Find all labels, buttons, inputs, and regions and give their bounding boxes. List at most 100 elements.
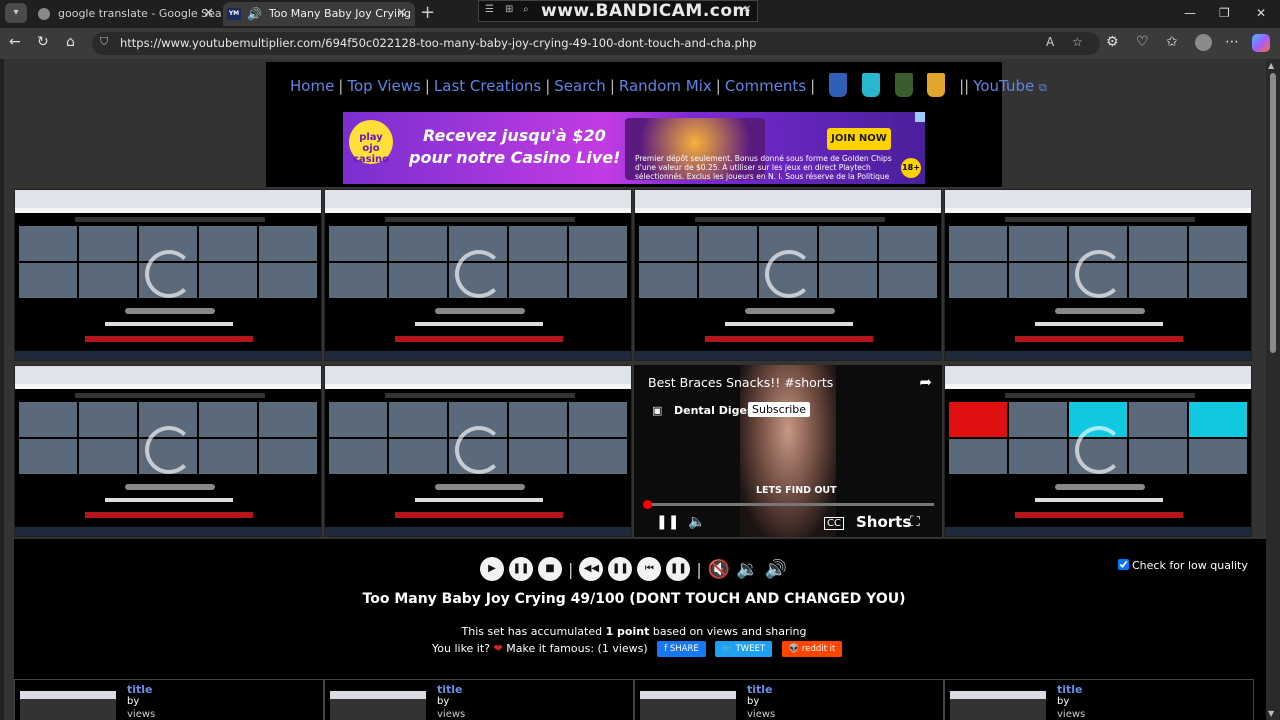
read-aloud-icon[interactable]: A [1046, 35, 1054, 49]
cup-icon[interactable] [894, 73, 913, 97]
pause-all-icon[interactable]: ❚❚ [509, 557, 533, 581]
related-mix-card[interactable]: title by views [944, 679, 1254, 720]
youtube-shorts-player[interactable]: Best Braces Snacks!! #shorts ➦ ▣ Dental … [634, 365, 942, 537]
scroll-up-arrow-icon[interactable]: ▲ [1268, 61, 1274, 70]
adchoices-icon[interactable] [915, 112, 925, 122]
unmute-all-icon[interactable]: 🔊 [765, 559, 787, 580]
more-menu-icon[interactable]: ⋯ [1225, 34, 1239, 50]
favorites-icon[interactable]: ✩ [1166, 34, 1178, 50]
copilot-icon[interactable] [1252, 34, 1270, 52]
browser-essentials-icon[interactable]: ♡ [1136, 34, 1149, 50]
close-tab-icon[interactable]: ✕ [203, 2, 214, 26]
tab-youtube-multiplier[interactable]: YM 🔊 Too Many Baby Joy Crying 49/100 ✕ [223, 2, 415, 26]
scrollbar-thumb[interactable] [1270, 73, 1276, 353]
related-mix-thumbnail[interactable] [950, 691, 1046, 720]
related-mix-thumbnail[interactable] [640, 691, 736, 720]
favorite-star-icon[interactable]: ☆ [1072, 35, 1083, 49]
nav-search[interactable]: Search [554, 77, 606, 95]
close-window-icon[interactable]: ✕ [1256, 6, 1266, 20]
tab-google-translate[interactable]: google translate - Google Search ✕ [30, 2, 222, 26]
tab-actions-menu[interactable]: ▾ [5, 3, 27, 23]
video-thumbnail[interactable] [324, 189, 632, 361]
nav-random-mix[interactable]: Random Mix [619, 77, 712, 95]
ad-join-button[interactable]: JOIN NOW [827, 128, 891, 150]
skip-back-icon[interactable]: ⏮ [637, 557, 662, 581]
video-thumbnail[interactable] [14, 365, 322, 537]
related-mix-title[interactable]: title [1057, 683, 1083, 696]
tab-audio-icon[interactable]: 🔊 [247, 2, 262, 26]
new-tab-button[interactable]: + [420, 2, 435, 23]
refresh-icon[interactable]: ↻ [37, 34, 49, 50]
cup-icon[interactable] [927, 73, 946, 97]
profile-avatar[interactable] [1195, 34, 1212, 51]
related-mix-thumbnail[interactable] [20, 691, 116, 720]
back-arrow-icon[interactable]: ← [9, 34, 21, 50]
minimize-icon[interactable]: — [1184, 6, 1196, 20]
related-mix-card[interactable]: title by views [634, 679, 944, 720]
recorder-close-icon[interactable]: ✕ [743, 4, 751, 15]
nav-comments[interactable]: Comments [725, 77, 806, 95]
video-thumbnail[interactable] [324, 365, 632, 537]
maximize-icon[interactable]: ❐ [1219, 6, 1230, 20]
video-scrubber-handle[interactable] [643, 500, 652, 509]
shorts-logo[interactable]: Shorts [856, 513, 911, 531]
facebook-share-button[interactable]: f SHARE [657, 641, 706, 657]
site-info-icon[interactable]: ⛉ [100, 35, 108, 49]
nav-top-views[interactable]: Top Views [347, 77, 421, 95]
video-thumbnail[interactable] [14, 189, 322, 361]
video-thumbnail[interactable] [634, 189, 942, 361]
url-text[interactable]: https://www.youtubemultiplier.com/694f50… [120, 36, 756, 50]
mute-all-icon[interactable]: 🔇 [708, 559, 730, 580]
video-thumbnail[interactable] [944, 365, 1252, 537]
google-favicon-icon [38, 8, 50, 20]
twitter-cup-icon[interactable] [861, 73, 880, 97]
loading-spinner-icon [455, 426, 503, 474]
ad-age-badge: 18+ [901, 158, 921, 178]
low-quality-checkbox[interactable] [1118, 559, 1129, 570]
related-mix-card[interactable]: title by views [324, 679, 634, 720]
subscribe-button[interactable]: Subscribe [748, 402, 811, 417]
ad-logo: play ojo casino [349, 120, 393, 165]
pause-icon[interactable]: ❚❚ [666, 557, 691, 581]
video-grid: Best Braces Snacks!! #shorts ➦ ▣ Dental … [14, 189, 1254, 539]
video-title[interactable]: Best Braces Snacks!! #shorts [648, 375, 833, 390]
recorder-region-icon[interactable]: ⊞ [505, 4, 513, 15]
reddit-share-button[interactable]: 👽 reddit it [781, 641, 843, 657]
play-all-icon[interactable]: ▶ [480, 557, 504, 581]
related-mix-title[interactable]: title [437, 683, 463, 696]
related-mix-title[interactable]: title [127, 683, 153, 696]
stop-all-icon[interactable]: ■ [538, 557, 562, 581]
pause-icon[interactable]: ❚❚ [608, 557, 633, 581]
tab-title: Too Many Baby Joy Crying 49/100 [269, 7, 415, 20]
page-scrollbar[interactable]: ▲ ▼ [1266, 59, 1280, 720]
related-mix-title[interactable]: title [747, 683, 773, 696]
channel-name[interactable]: Dental Digest [674, 404, 759, 417]
recorder-search-icon[interactable]: ⌕ [523, 4, 529, 15]
closed-captions-icon[interactable]: CC [824, 517, 844, 530]
address-bar[interactable]: ⛉ https://www.youtubemultiplier.com/694f… [92, 32, 1100, 55]
video-thumbnail[interactable] [944, 189, 1252, 361]
share-arrow-icon[interactable]: ➦ [919, 373, 932, 391]
twitter-share-button[interactable]: 🐦 TWEET [715, 641, 773, 657]
recorder-menu-icon[interactable]: ☰ [485, 4, 494, 15]
video-progress-bar[interactable] [646, 503, 934, 506]
nav-last-creations[interactable]: Last Creations [434, 77, 541, 95]
close-tab-icon[interactable]: ✕ [396, 2, 407, 26]
volume-icon[interactable]: 🔈 [688, 514, 705, 530]
extensions-icon[interactable]: ⚙ [1106, 34, 1119, 50]
pause-icon[interactable]: ❚❚ [656, 514, 679, 530]
casino-ad-banner[interactable]: play ojo casino Recevez jusqu'à $20 pour… [343, 112, 925, 184]
nav-home[interactable]: Home [290, 77, 334, 95]
related-mix-thumbnail[interactable] [330, 691, 426, 720]
nav-separator: | [810, 77, 816, 95]
related-mix-card[interactable]: title by views [14, 679, 324, 720]
loading-spinner-icon [455, 250, 503, 298]
low-quality-toggle[interactable]: Check for low quality [1118, 559, 1248, 572]
home-icon[interactable]: ⌂ [66, 34, 75, 50]
random-sound-icon[interactable]: 🔉 [736, 559, 758, 580]
nav-youtube[interactable]: YouTube [973, 77, 1034, 95]
rewind-icon[interactable]: ◀◀ [579, 557, 604, 581]
scroll-down-arrow-icon[interactable]: ▼ [1268, 709, 1274, 718]
facebook-cup-icon[interactable] [828, 73, 847, 97]
fullscreen-icon[interactable]: ⛶ [910, 514, 920, 530]
